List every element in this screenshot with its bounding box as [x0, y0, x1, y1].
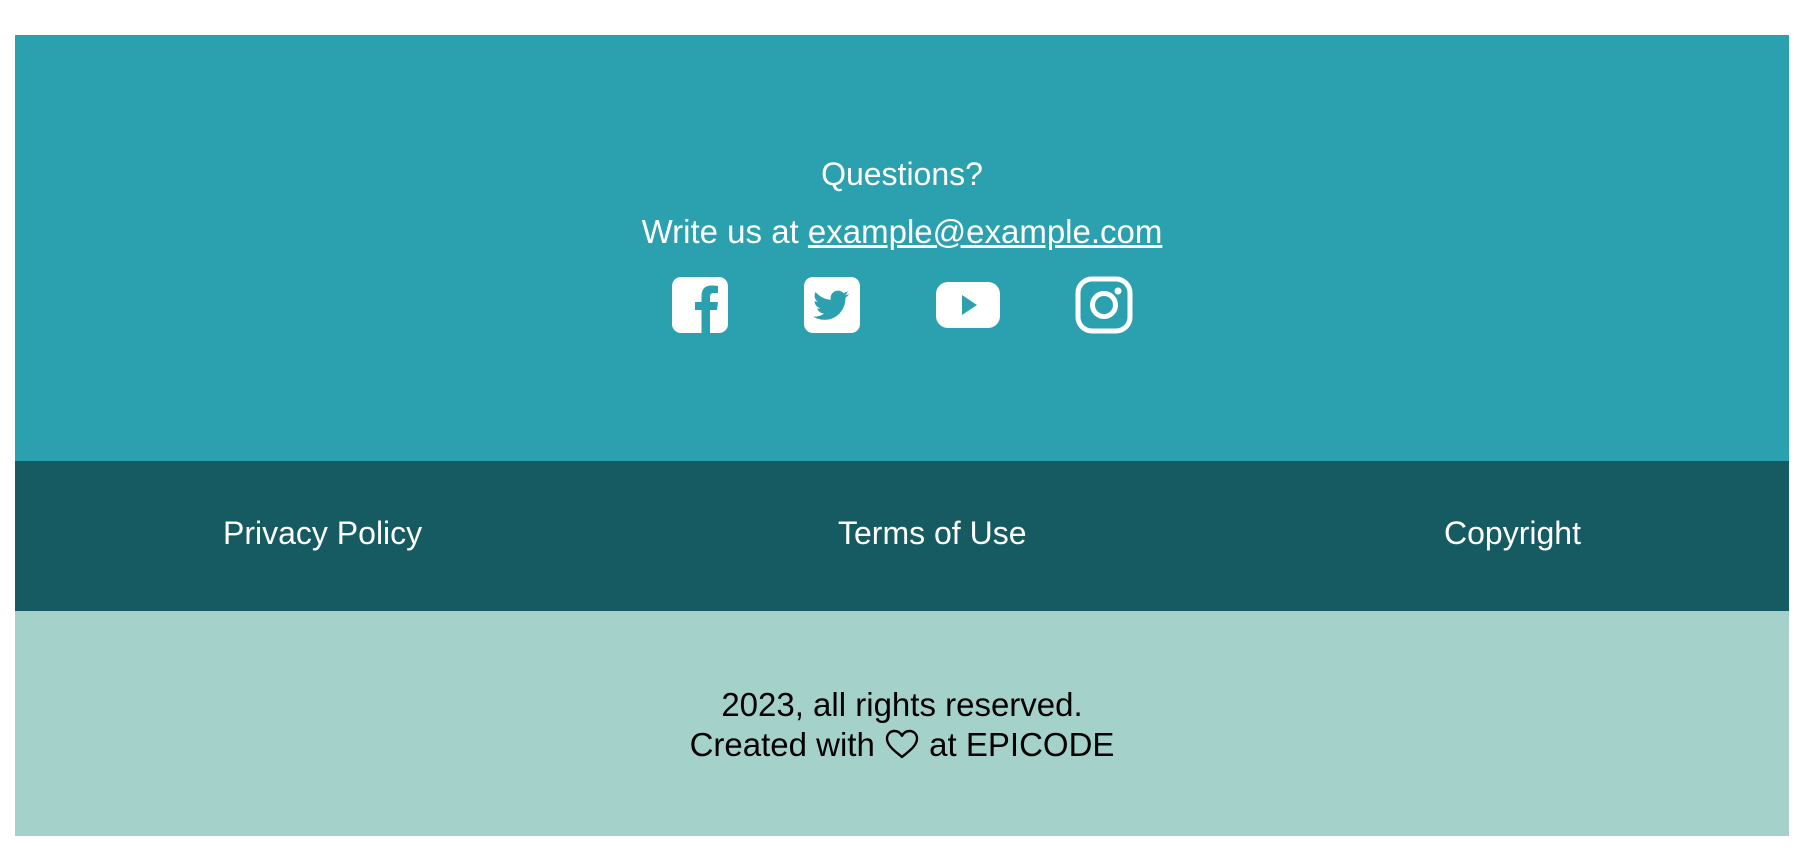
contact-email-link[interactable]: example@example.com — [808, 213, 1162, 250]
contact-section: Questions? Write us at example@example.c… — [15, 35, 1789, 461]
contact-prefix: Write us at — [641, 213, 808, 250]
privacy-policy-link[interactable]: Privacy Policy — [223, 515, 422, 551]
page-footer: Questions? Write us at example@example.c… — [15, 35, 1789, 836]
heart-icon — [884, 728, 920, 760]
instagram-icon[interactable] — [1075, 276, 1133, 334]
terms-of-use-link[interactable]: Terms of Use — [838, 515, 1026, 551]
created-suffix: at EPICODE — [920, 726, 1115, 763]
facebook-icon[interactable] — [671, 276, 729, 334]
created-prefix: Created with — [689, 726, 885, 763]
credits-section: 2023, all rights reserved. Created with … — [15, 611, 1789, 836]
legal-links: Privacy Policy Terms of Use Copyright — [15, 461, 1789, 611]
contact-title: Questions? — [821, 156, 983, 192]
twitter-icon[interactable] — [803, 276, 861, 334]
youtube-icon[interactable] — [935, 276, 1001, 334]
social-links — [15, 276, 1789, 334]
rights-text: 2023, all rights reserved. — [721, 686, 1083, 723]
copyright-link[interactable]: Copyright — [1444, 515, 1581, 551]
contact-line: Write us at example@example.com — [15, 214, 1789, 274]
created-with-line: Created with at EPICODE — [15, 725, 1789, 765]
